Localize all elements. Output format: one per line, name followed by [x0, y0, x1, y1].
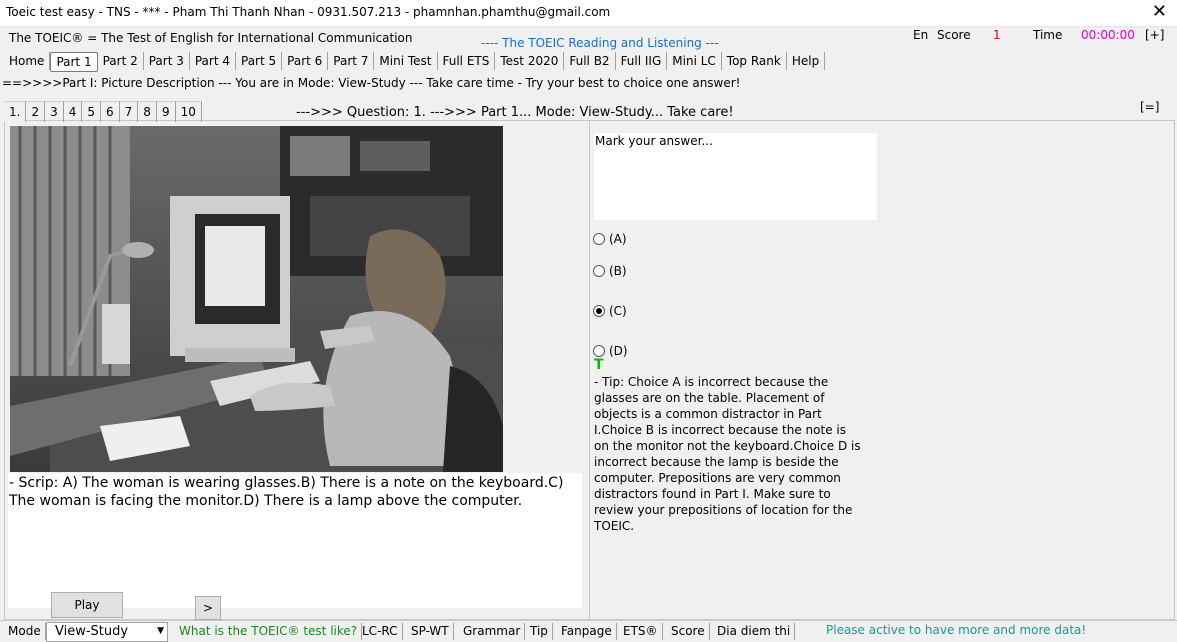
question-tab-10[interactable]: 10 — [175, 101, 202, 122]
window-title-bar: Toeic test easy - TNS - *** - Pham Thi T… — [0, 0, 1177, 27]
menu-part-7[interactable]: Part 7 — [328, 52, 375, 70]
time-value: 00:00:00 — [1081, 28, 1135, 42]
status-dia-diem-thi[interactable]: Dia diem thi — [713, 623, 796, 640]
script-text: - Scrip: A) The woman is wearing glasses… — [9, 475, 564, 509]
question-tab-1[interactable]: 1. — [4, 101, 27, 122]
question-tab-6[interactable]: 6 — [101, 101, 120, 122]
menu-part-4[interactable]: Part 4 — [190, 52, 236, 70]
option-a[interactable]: (A) — [593, 232, 627, 246]
question-tab-2[interactable]: 2 — [26, 101, 46, 122]
mode-label: Mode — [4, 623, 46, 640]
radio-icon[interactable] — [593, 233, 605, 245]
question-photo — [10, 126, 503, 472]
close-icon[interactable]: ✕ — [1152, 2, 1167, 22]
status-ets[interactable]: ETS® — [619, 623, 663, 640]
mark-answer-box: Mark your answer... — [594, 133, 877, 220]
play-button[interactable]: Play — [51, 592, 123, 618]
mark-answer-label: Mark your answer... — [595, 134, 713, 148]
option-a-label: (A) — [609, 232, 627, 246]
menu-help[interactable]: Help — [787, 52, 826, 70]
radio-icon[interactable] — [593, 345, 605, 357]
status-grammar[interactable]: Grammar — [459, 623, 526, 640]
status-bar: Mode View-Study ▼ What is the TOEIC® tes… — [0, 620, 1177, 642]
option-b[interactable]: (B) — [593, 264, 627, 278]
activation-notice: Please active to have more and more data… — [826, 623, 1087, 637]
status-sp-wt[interactable]: SP-WT — [407, 623, 454, 640]
menu-mini-lc[interactable]: Mini LC — [667, 52, 722, 70]
window-title: Toeic test easy - TNS - *** - Pham Thi T… — [6, 5, 611, 19]
question-tab-7[interactable]: 7 — [119, 101, 139, 122]
question-tab-9[interactable]: 9 — [156, 101, 176, 122]
menu-full-ets[interactable]: Full ETS — [438, 52, 496, 70]
status-fanpage[interactable]: Fanpage — [557, 623, 617, 640]
chevron-down-icon[interactable]: ▼ — [157, 626, 164, 636]
option-d-label: (D) — [609, 344, 628, 358]
menu-mini-test[interactable]: Mini Test — [374, 52, 438, 70]
question-tab-4[interactable]: 4 — [63, 101, 83, 122]
radio-icon[interactable] — [593, 265, 605, 277]
menu-part-6[interactable]: Part 6 — [282, 52, 329, 70]
menu-full-iig[interactable]: Full IIG — [616, 52, 668, 70]
panel-toggle-button[interactable]: [=] — [1140, 100, 1159, 114]
option-d[interactable]: (D) — [593, 344, 628, 358]
option-b-label: (B) — [609, 264, 627, 278]
menu-part-5[interactable]: Part 5 — [236, 52, 283, 70]
menu-part-1[interactable]: Part 1 — [50, 52, 98, 72]
score-label: Score — [937, 28, 971, 42]
correct-marker: T — [594, 357, 604, 373]
next-button[interactable]: > — [195, 596, 221, 620]
mode-select[interactable]: View-Study ▼ — [46, 622, 168, 642]
question-tab-3[interactable]: 3 — [45, 101, 64, 122]
option-c-label: (C) — [609, 304, 627, 318]
question-tab-5[interactable]: 5 — [82, 101, 102, 122]
score-value: 1 — [993, 28, 1001, 42]
menu-part-3[interactable]: Part 3 — [144, 52, 190, 70]
time-label: Time — [1033, 28, 1063, 42]
script-box: - Scrip: A) The woman is wearing glasses… — [8, 473, 582, 608]
main-menu: Home Part 1 Part 2 Part 3 Part 4 Part 5 … — [4, 52, 826, 72]
question-info: --->>> Question: 1. --->>> Part 1... Mod… — [296, 105, 734, 120]
question-tab-8[interactable]: 8 — [138, 101, 157, 122]
tip-text: - Tip: Choice A is incorrect because the… — [594, 375, 861, 533]
status-score[interactable]: Score — [667, 623, 710, 640]
center-title: ---- The TOEIC Reading and Listening --- — [481, 36, 719, 50]
app-subtitle: The TOEIC® = The Test of English for Int… — [9, 31, 413, 45]
status-tip[interactable]: Tip — [526, 623, 553, 640]
menu-full-b2[interactable]: Full B2 — [564, 52, 616, 70]
menu-test-2020[interactable]: Test 2020 — [495, 52, 565, 70]
instruction-text: ==>>>>Part I: Picture Description --- Yo… — [2, 76, 741, 90]
menu-part-2[interactable]: Part 2 — [98, 52, 144, 70]
language-toggle[interactable]: En — [913, 28, 928, 42]
what-is-toeic-link[interactable]: What is the TOEIC® test like? — [175, 623, 363, 640]
expand-button[interactable]: [+] — [1145, 28, 1164, 42]
menu-top-rank[interactable]: Top Rank — [722, 52, 787, 70]
option-c[interactable]: (C) — [593, 304, 627, 318]
menu-home[interactable]: Home — [4, 52, 51, 70]
radio-selected-icon[interactable] — [593, 305, 605, 317]
mode-select-value: View-Study — [55, 624, 129, 639]
question-tabs: 1. 2 3 4 5 6 7 8 9 10 — [4, 101, 202, 122]
status-lc-rc[interactable]: LC-RC — [358, 623, 403, 640]
